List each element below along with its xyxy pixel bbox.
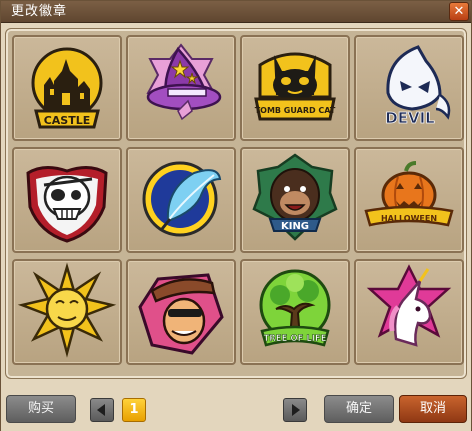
king-label: KING [281, 221, 309, 232]
badge-slot-halloween[interactable]: HALLOWEEN [354, 147, 464, 253]
badge-slot-tomb-guard-cat[interactable]: TOMB GUARD CAT [240, 35, 350, 141]
halloween-label: HALLOWEEN [381, 214, 437, 223]
bottom-bar: 购买 1 确定 取消 [1, 383, 471, 431]
castle-label: CASTLE [44, 114, 91, 127]
tomb-guard-cat-badge-icon: TOMB GUARD CAT [254, 52, 336, 121]
badge-slot-king-gorilla[interactable]: KING [240, 147, 350, 253]
devil-ghost-badge-icon: DEVIL [385, 45, 451, 127]
badge-slot-wizard-hat[interactable] [126, 35, 236, 141]
badge-slot-tree-of-life[interactable]: TREE OF LIFE [240, 259, 350, 365]
arrow-left-icon [97, 404, 105, 416]
pumpkin-badge-icon: HALLOWEEN [364, 161, 454, 227]
wizard-hat-badge-icon [146, 43, 222, 121]
castle-badge-icon: CASTLE [31, 47, 103, 129]
prev-page-button[interactable] [90, 398, 114, 422]
badge-slot-devil[interactable]: DEVIL [354, 35, 464, 141]
badge-slot-sun[interactable] [12, 259, 122, 365]
badge-slot-cowboy[interactable] [126, 259, 236, 365]
sun-face-badge-icon [17, 262, 117, 358]
tree-of-life-badge-icon: TREE OF LIFE [259, 269, 331, 347]
unicorn-badge-icon [366, 264, 452, 347]
confirm-button[interactable]: 确定 [324, 395, 394, 423]
buy-button[interactable]: 购买 [6, 395, 76, 423]
next-page-button[interactable] [283, 398, 307, 422]
close-button[interactable]: ✕ [449, 2, 469, 21]
tree-of-life-label: TREE OF LIFE [263, 334, 326, 344]
page-indicator: 1 [122, 398, 146, 422]
devil-label: DEVIL [385, 109, 435, 127]
change-badge-window: 更改徽章 ✕ CASTLE TOMB GUARD CAT DEVIL KING … [0, 0, 472, 431]
pirate-skull-badge-icon [26, 166, 108, 243]
cowboy-badge-icon [138, 273, 224, 355]
badge-slot-castle[interactable]: CASTLE [12, 35, 122, 141]
badge-grid: CASTLE TOMB GUARD CAT DEVIL KING HALLOWE… [5, 28, 467, 379]
badge-slot-pirate-skull[interactable] [12, 147, 122, 253]
cancel-button[interactable]: 取消 [399, 395, 467, 423]
close-icon: ✕ [453, 4, 465, 19]
window-title: 更改徽章 [11, 4, 68, 19]
title-bar: 更改徽章 ✕ [1, 1, 471, 23]
king-gorilla-badge-icon: KING [252, 153, 338, 241]
tomb-guard-cat-label: TOMB GUARD CAT [255, 106, 336, 115]
badge-slot-feather[interactable] [126, 147, 236, 253]
badge-slot-unicorn[interactable] [354, 259, 464, 365]
arrow-right-icon [292, 404, 300, 416]
feather-badge-icon [142, 161, 222, 237]
